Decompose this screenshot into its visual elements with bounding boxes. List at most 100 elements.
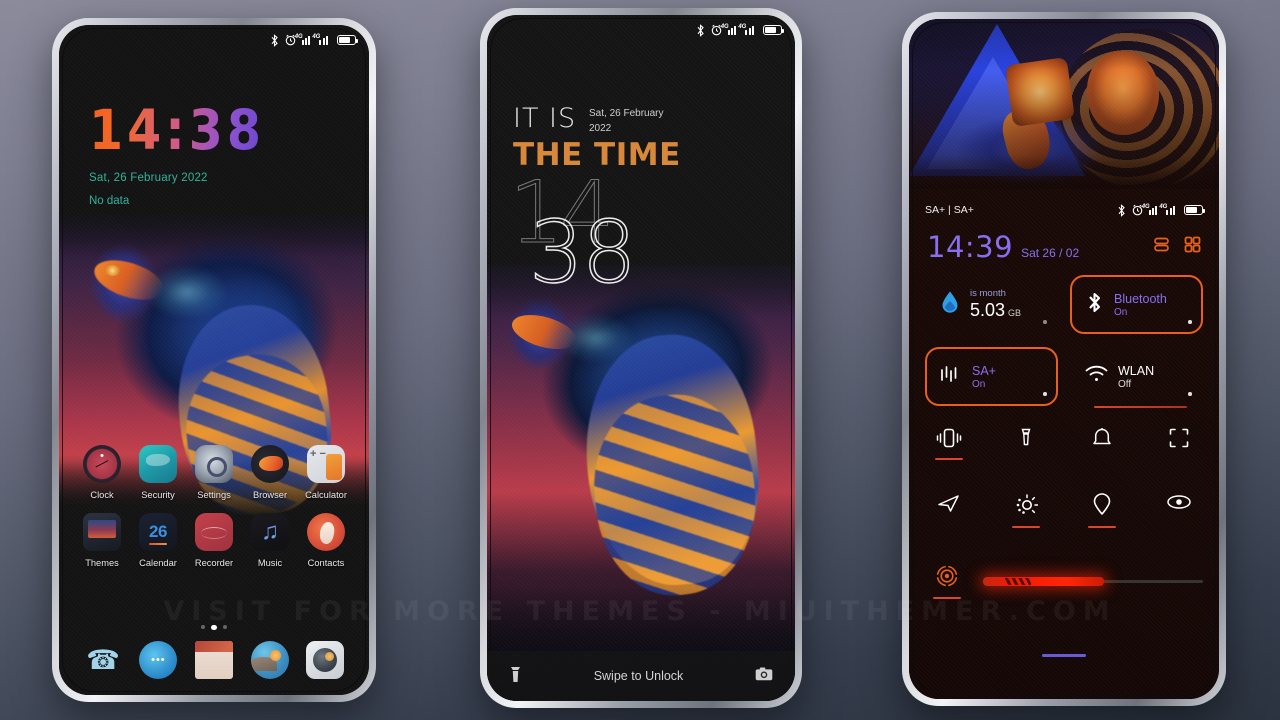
- music-app-icon: [251, 513, 289, 551]
- airplane-toggle[interactable]: [925, 493, 973, 528]
- app-security[interactable]: Security: [133, 445, 183, 500]
- app-grid: Clock Security Settings Browser Calculat…: [59, 445, 369, 581]
- app-label: Calculator: [305, 490, 347, 500]
- page-dot[interactable]: [222, 625, 228, 630]
- app-settings[interactable]: Settings: [189, 445, 239, 500]
- app-row-2: Themes Calendar Recorder Music Contacts: [59, 513, 369, 568]
- list-view-icon[interactable]: [1153, 236, 1170, 258]
- app-label: Recorder: [194, 558, 234, 568]
- phone-app-icon[interactable]: [84, 641, 122, 679]
- browser-app-icon: [251, 445, 289, 483]
- vibrate-toggle[interactable]: [925, 427, 973, 461]
- app-label: Contacts: [307, 558, 345, 568]
- tile-row-1: is month 5.03 GB Bluetooth On: [925, 275, 1203, 334]
- phone-home-screen: 4G 4G 14:38 Sat, 26 February 2022 No dat…: [52, 18, 376, 702]
- phone-lock-screen: 4G 4G IT IS Sat, 26 February 2022 THE TI…: [480, 8, 802, 708]
- bluetooth-tile[interactable]: Bluetooth On: [1070, 275, 1203, 334]
- app-recorder[interactable]: Recorder: [189, 513, 239, 568]
- app-music[interactable]: Music: [245, 513, 295, 568]
- sa-plus-tile[interactable]: SA+ On: [925, 347, 1058, 406]
- brightness-slider[interactable]: [983, 577, 1203, 587]
- app-calendar[interactable]: Calendar: [133, 513, 183, 568]
- lock-bottom-bar: Swipe to Unlock: [487, 651, 795, 701]
- brightness-slider-row: [925, 564, 1203, 600]
- themes-app-icon: [83, 513, 121, 551]
- battery-icon: [337, 35, 359, 45]
- messages-app-icon[interactable]: [139, 641, 178, 679]
- flashlight-toggle[interactable]: [1002, 427, 1050, 460]
- page-dot-active[interactable]: [211, 625, 217, 631]
- calculator-app-icon: [307, 445, 345, 483]
- app-label: Settings: [197, 490, 231, 500]
- screenshot-toggle[interactable]: [1155, 427, 1203, 460]
- clock-widget[interactable]: 14:38 Sat, 26 February 2022 No data: [89, 103, 265, 207]
- control-center-time: 14:39: [927, 230, 1014, 264]
- status-bar: 4G 4G: [59, 25, 369, 55]
- grid-view-icon[interactable]: [1184, 236, 1201, 258]
- phone-screen: SA+ | SA+ 4G 4G 14:39 Sat 26 / 02 is mon…: [909, 19, 1219, 699]
- security-app-icon: [139, 445, 177, 483]
- app-label: Themes: [85, 558, 119, 568]
- camera-app-icon[interactable]: [306, 641, 345, 679]
- bluetooth-icon: [1117, 203, 1126, 217]
- data-usage-unit: GB: [1008, 307, 1022, 318]
- settings-app-icon: [195, 445, 233, 483]
- wlan-state: Off: [1118, 379, 1132, 391]
- wifi-icon: [1085, 365, 1108, 388]
- app-browser[interactable]: Browser: [245, 445, 295, 500]
- calendar-app-icon: [139, 513, 177, 551]
- bluetooth-icon: [1085, 291, 1104, 319]
- location-toggle[interactable]: [1078, 493, 1126, 529]
- notes-app-icon[interactable]: [194, 641, 233, 679]
- phone-screen: 4G 4G IT IS Sat, 26 February 2022 THE TI…: [487, 15, 795, 701]
- control-center-wallpaper: [909, 19, 1219, 189]
- page-indicator[interactable]: [59, 625, 369, 631]
- signal-icon-2: 4G: [738, 24, 757, 35]
- app-contacts[interactable]: Contacts: [301, 513, 351, 568]
- phone-control-center: SA+ | SA+ 4G 4G 14:39 Sat 26 / 02 is mon…: [902, 12, 1226, 706]
- recorder-app-icon: [195, 513, 233, 551]
- camera-icon[interactable]: [755, 667, 773, 685]
- data-usage-value: 5.03: [970, 299, 1006, 320]
- clock-widget-time: 14:38: [89, 98, 265, 163]
- signal-icon-2: 4G: [312, 34, 331, 45]
- target-toggle[interactable]: [925, 564, 969, 600]
- clock-widget-date: Sat, 26 February 2022: [89, 172, 208, 184]
- app-themes[interactable]: Themes: [77, 513, 127, 568]
- tile-row-2: SA+ On WLAN Off: [925, 347, 1203, 408]
- ringer-toggle[interactable]: [1078, 427, 1126, 460]
- carrier-label: SA+ | SA+: [925, 204, 974, 216]
- auto-brightness-toggle[interactable]: [1002, 493, 1050, 529]
- app-label: Music: [257, 558, 283, 568]
- data-drop-icon: [940, 290, 960, 319]
- status-bar: SA+ | SA+ 4G 4G: [909, 197, 1219, 223]
- lock-date-line2: 2022: [589, 122, 612, 134]
- quick-toggle-row-2: [925, 493, 1203, 529]
- lock-it-is-label: IT IS: [513, 103, 577, 134]
- battery-icon: [1184, 205, 1206, 215]
- brightness-slider-fill: [983, 577, 1104, 587]
- bluetooth-state: On: [1114, 307, 1128, 319]
- gallery-app-icon[interactable]: [250, 641, 289, 679]
- eye-care-toggle[interactable]: [1155, 493, 1203, 528]
- wlan-tile[interactable]: WLAN Off: [1070, 347, 1203, 408]
- flashlight-icon[interactable]: [509, 666, 522, 687]
- control-center-date: Sat 26 / 02: [1021, 246, 1080, 260]
- status-bar: 4G 4G: [487, 15, 795, 45]
- lock-minute: 38: [528, 203, 637, 303]
- app-calculator[interactable]: Calculator: [301, 445, 351, 500]
- data-usage-period: is month: [970, 288, 1006, 300]
- clock-app-icon: [83, 445, 121, 483]
- app-label: Security: [141, 490, 175, 500]
- signal-bars-icon: [940, 364, 962, 389]
- page-dot[interactable]: [200, 625, 206, 630]
- lock-date: Sat, 26 February 2022: [589, 107, 669, 136]
- bluetooth-label: Bluetooth: [1114, 291, 1167, 306]
- dock-bar: [59, 641, 369, 679]
- app-clock[interactable]: Clock: [77, 445, 127, 500]
- data-usage-tile[interactable]: is month 5.03 GB: [925, 275, 1058, 334]
- control-center-header: 14:39 Sat 26 / 02: [909, 225, 1219, 269]
- swipe-to-unlock-label[interactable]: Swipe to Unlock: [594, 669, 684, 683]
- sa-plus-state: On: [972, 379, 986, 391]
- home-indicator[interactable]: [1042, 653, 1086, 657]
